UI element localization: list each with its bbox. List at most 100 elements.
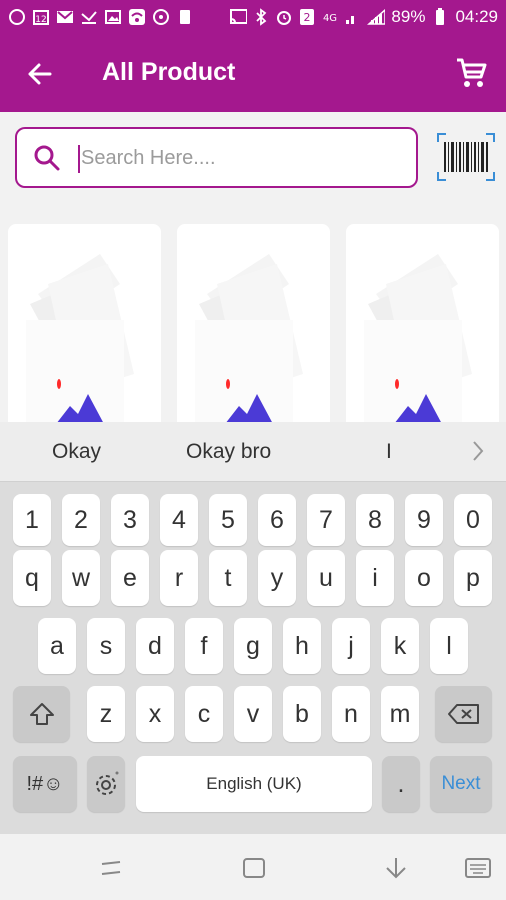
product-card[interactable]: [8, 224, 161, 434]
next-key[interactable]: Next: [430, 756, 492, 812]
key-a[interactable]: a: [38, 618, 76, 674]
battery-percent: 89%: [391, 7, 426, 26]
calendar-icon: 12: [32, 8, 50, 26]
backspace-icon: [447, 704, 479, 724]
key-0[interactable]: 0: [454, 494, 492, 546]
bluetooth-icon: [252, 8, 270, 26]
key-w[interactable]: w: [62, 550, 100, 606]
alarm-icon: [275, 8, 293, 26]
suggestion-item[interactable]: Okay: [52, 440, 101, 464]
search-placeholder: Search Here....: [81, 147, 216, 169]
key-s[interactable]: s: [87, 618, 125, 674]
key-p[interactable]: p: [454, 550, 492, 606]
key-2[interactable]: 2: [62, 494, 100, 546]
key-4[interactable]: 4: [160, 494, 198, 546]
key-t[interactable]: t: [209, 550, 247, 606]
period-key[interactable]: .: [382, 756, 420, 812]
chevron-right-icon[interactable]: [470, 438, 486, 464]
app-bar: All Product: [0, 36, 506, 112]
key-r[interactable]: r: [160, 550, 198, 606]
key-c[interactable]: c: [185, 686, 223, 742]
gear-icon: [96, 771, 119, 795]
circle-icon: [8, 8, 26, 26]
product-card[interactable]: [177, 224, 330, 434]
key-1[interactable]: 1: [13, 494, 51, 546]
key-q[interactable]: q: [13, 550, 51, 606]
gmail-icon: [56, 8, 74, 26]
soft-keyboard: Okay Okay bro I 1 2 3 4 5 6 7 8 9 0 q w …: [0, 422, 506, 834]
product-card[interactable]: [346, 224, 499, 434]
settings-key[interactable]: [87, 756, 125, 812]
backspace-key[interactable]: [435, 686, 492, 742]
keyboard-icon[interactable]: [464, 856, 492, 880]
key-x[interactable]: x: [136, 686, 174, 742]
key-7[interactable]: 7: [307, 494, 345, 546]
suggestion-bar: Okay Okay bro I: [0, 422, 506, 482]
status-left-icons: 12: [8, 8, 194, 26]
suggestion-item[interactable]: Okay bro: [186, 440, 271, 464]
key-b[interactable]: b: [283, 686, 321, 742]
shopping-cart-icon: [457, 58, 487, 87]
key-o[interactable]: o: [405, 550, 443, 606]
signal-weak-icon: [344, 8, 362, 26]
image-placeholder-icon: [26, 254, 134, 434]
key-n[interactable]: n: [332, 686, 370, 742]
key-z[interactable]: z: [87, 686, 125, 742]
text-cursor: [78, 145, 80, 173]
symbols-key[interactable]: !#☺: [13, 756, 77, 812]
back-nav-icon[interactable]: [382, 856, 410, 880]
key-j[interactable]: j: [332, 618, 370, 674]
space-key[interactable]: English (UK): [136, 756, 372, 812]
data-saver-icon: [152, 8, 170, 26]
key-8[interactable]: 8: [356, 494, 394, 546]
key-e[interactable]: e: [111, 550, 149, 606]
svg-text:2: 2: [304, 11, 311, 24]
status-right: 2 4G 89% 04:29: [229, 7, 498, 27]
cast-icon: [229, 8, 248, 26]
suggestion-item[interactable]: I: [386, 440, 392, 464]
page-title: All Product: [102, 58, 236, 86]
status-right-icons: 2 4G: [229, 8, 386, 26]
key-h[interactable]: h: [283, 618, 321, 674]
key-v[interactable]: v: [234, 686, 272, 742]
battery-icon: [431, 8, 449, 26]
image-icon: [104, 8, 122, 26]
key-f[interactable]: f: [185, 618, 223, 674]
barcode-scan-icon: [437, 133, 495, 181]
navigation-bar: [0, 834, 506, 900]
missed-call-icon: [80, 8, 98, 26]
key-6[interactable]: 6: [258, 494, 296, 546]
key-m[interactable]: m: [381, 686, 419, 742]
back-button[interactable]: [24, 58, 56, 90]
shift-icon: [29, 703, 54, 725]
network-4g-icon: 4G: [321, 8, 339, 26]
wifi-icon: [128, 8, 146, 26]
shift-key[interactable]: [13, 686, 70, 742]
image-placeholder-icon: [195, 254, 303, 434]
key-g[interactable]: g: [234, 618, 272, 674]
home-icon[interactable]: [240, 856, 268, 880]
arrow-left-icon: [28, 63, 52, 85]
key-d[interactable]: d: [136, 618, 174, 674]
key-5[interactable]: 5: [209, 494, 247, 546]
image-placeholder-icon: [364, 254, 472, 434]
key-3[interactable]: 3: [111, 494, 149, 546]
key-k[interactable]: k: [381, 618, 419, 674]
recent-apps-icon[interactable]: [98, 856, 126, 880]
key-u[interactable]: u: [307, 550, 345, 606]
key-i[interactable]: i: [356, 550, 394, 606]
svg-text:4G: 4G: [323, 13, 337, 24]
sim2-icon: 2: [298, 8, 316, 26]
barcode-scan-button[interactable]: [436, 132, 496, 182]
key-9[interactable]: 9: [405, 494, 443, 546]
status-bar: 12 2 4G 89% 04:29: [0, 0, 506, 36]
search-icon: [34, 145, 60, 171]
key-y[interactable]: y: [258, 550, 296, 606]
sim-card-icon: [176, 8, 194, 26]
signal-strong-icon: [367, 8, 386, 26]
key-l[interactable]: l: [430, 618, 468, 674]
status-time: 04:29: [455, 7, 498, 26]
cart-button[interactable]: [454, 56, 488, 90]
search-input[interactable]: Search Here....: [15, 127, 418, 188]
svg-text:12: 12: [35, 15, 46, 25]
